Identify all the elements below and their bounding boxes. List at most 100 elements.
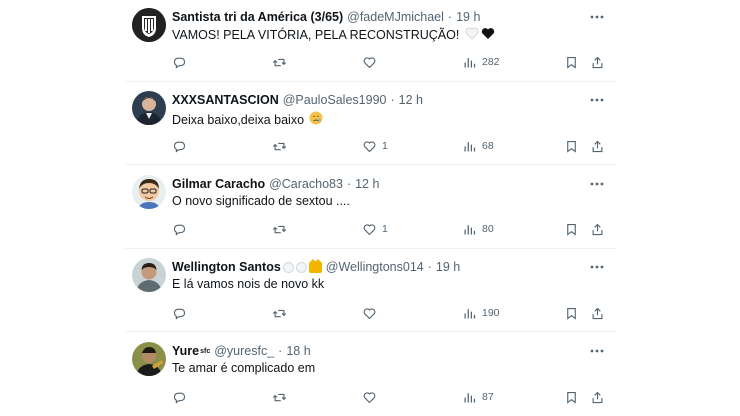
like-count: 1 bbox=[382, 140, 388, 152]
views-count: 68 bbox=[482, 140, 494, 152]
timestamp[interactable]: 18 h bbox=[286, 344, 310, 358]
user-handle[interactable]: @Caracho83 bbox=[269, 177, 343, 191]
timestamp[interactable]: 12 h bbox=[355, 177, 379, 191]
display-name[interactable]: Gilmar Caracho bbox=[172, 177, 265, 191]
views-chart-icon bbox=[464, 141, 476, 151]
bookmark-icon bbox=[567, 223, 576, 236]
more-options-button[interactable] bbox=[586, 9, 608, 25]
tweet-text-row: E lá vamos nois de novo kk bbox=[172, 277, 324, 291]
display-name[interactable]: Wellington Santos bbox=[172, 260, 281, 274]
retweet-button[interactable] bbox=[272, 387, 287, 407]
views-chart-icon bbox=[464, 224, 476, 234]
like-button[interactable]: 1 bbox=[362, 219, 388, 239]
tweet-actions: 1 68 bbox=[172, 136, 612, 156]
views-button[interactable]: 68 bbox=[462, 136, 494, 156]
white-circle-emoji-icon bbox=[295, 261, 307, 273]
tweet-text: E lá vamos nois de novo kk bbox=[172, 277, 325, 291]
views-button[interactable]: 87 bbox=[462, 387, 494, 407]
replies-feed: Santista tri da América (3/65) @fadeMJmi… bbox=[124, 0, 616, 416]
retweet-button[interactable] bbox=[272, 303, 287, 323]
tweet[interactable]: Gilmar Caracho @Caracho83 · 12 h O novo … bbox=[124, 165, 616, 249]
reply-icon bbox=[173, 392, 186, 404]
avatar[interactable] bbox=[132, 8, 166, 42]
share-button[interactable] bbox=[590, 52, 605, 72]
bookmark-icon bbox=[567, 391, 576, 404]
tweet-header: Gilmar Caracho @Caracho83 · 12 h bbox=[172, 175, 379, 193]
more-options-button[interactable] bbox=[586, 92, 608, 108]
views-count: 190 bbox=[482, 307, 500, 319]
share-button[interactable] bbox=[590, 136, 605, 156]
share-icon bbox=[592, 223, 603, 235]
separator-dot: · bbox=[278, 344, 283, 358]
separator-dot: · bbox=[427, 260, 432, 274]
like-button[interactable] bbox=[362, 303, 382, 323]
views-button[interactable]: 282 bbox=[462, 52, 500, 72]
ellipsis-icon bbox=[590, 349, 604, 353]
more-options-button[interactable] bbox=[586, 259, 608, 275]
retweet-button[interactable] bbox=[272, 136, 287, 156]
tweet[interactable]: Wellington Santos @Wellingtons014 · 19 h… bbox=[124, 249, 616, 332]
bookmark-icon bbox=[567, 307, 576, 320]
tweet-actions: 190 bbox=[172, 303, 612, 323]
tweet-actions: 282 bbox=[172, 52, 612, 72]
user-handle[interactable]: @Wellingtons014 bbox=[326, 260, 424, 274]
user-handle[interactable]: @PauloSales1990 bbox=[283, 93, 387, 107]
separator-dot: · bbox=[447, 10, 453, 24]
like-button[interactable]: 1 bbox=[362, 136, 388, 156]
tweet-actions: 1 80 bbox=[172, 219, 612, 239]
tweet[interactable]: Yure sfc @yuresfc_ · 18 h Te amar é comp… bbox=[124, 332, 616, 416]
reply-button[interactable] bbox=[172, 136, 187, 156]
share-icon bbox=[592, 391, 603, 403]
share-button[interactable] bbox=[590, 387, 605, 407]
retweet-button[interactable] bbox=[272, 219, 287, 239]
tweet-text-row: Deixa baixo,deixa baixo bbox=[172, 111, 323, 128]
reply-button[interactable] bbox=[172, 387, 187, 407]
timestamp[interactable]: 19 h bbox=[456, 10, 480, 24]
views-button[interactable]: 190 bbox=[462, 303, 500, 323]
white-heart-icon bbox=[465, 27, 479, 43]
tweet[interactable]: Santista tri da América (3/65) @fadeMJmi… bbox=[124, 0, 616, 82]
share-button[interactable] bbox=[590, 303, 605, 323]
like-button[interactable] bbox=[362, 387, 382, 407]
like-button[interactable] bbox=[362, 52, 382, 72]
user-handle[interactable]: @fadeMJmichael bbox=[347, 10, 444, 24]
display-name[interactable]: Santista tri da América (3/65) bbox=[172, 10, 343, 24]
bookmark-button[interactable] bbox=[564, 52, 579, 72]
user-handle[interactable]: @yuresfc_ bbox=[214, 344, 274, 358]
separator-dot: · bbox=[390, 93, 395, 107]
avatar[interactable] bbox=[132, 91, 166, 125]
tweet-actions: 87 bbox=[172, 387, 612, 407]
tweet-header: Yure sfc @yuresfc_ · 18 h bbox=[172, 342, 311, 360]
ellipsis-icon bbox=[590, 15, 604, 19]
timestamp[interactable]: 12 h bbox=[399, 93, 423, 107]
tweet-text-row: Te amar é complicado em bbox=[172, 361, 315, 375]
bookmark-button[interactable] bbox=[564, 136, 579, 156]
bookmark-button[interactable] bbox=[564, 219, 579, 239]
avatar[interactable] bbox=[132, 175, 166, 209]
views-button[interactable]: 80 bbox=[462, 219, 494, 239]
tweet-text-row: VAMOS! PELA VITÓRIA, PELA RECONSTRUÇÃO! bbox=[172, 27, 495, 43]
display-name[interactable]: Yure bbox=[172, 344, 199, 358]
more-options-button[interactable] bbox=[586, 176, 608, 192]
tweet-text-row: O novo significado de sextou .... bbox=[172, 194, 350, 208]
user-photo-icon bbox=[132, 342, 166, 376]
bookmark-button[interactable] bbox=[564, 387, 579, 407]
retweet-button[interactable] bbox=[272, 52, 287, 72]
avatar[interactable] bbox=[132, 258, 166, 292]
reply-button[interactable] bbox=[172, 303, 187, 323]
sad-face-emoji-icon bbox=[309, 111, 323, 128]
avatar[interactable] bbox=[132, 342, 166, 376]
reply-button[interactable] bbox=[172, 219, 187, 239]
tweet[interactable]: XXXSANTASCION @PauloSales1990 · 12 h Dei… bbox=[124, 82, 616, 165]
more-options-button[interactable] bbox=[586, 343, 608, 359]
share-button[interactable] bbox=[590, 219, 605, 239]
display-name[interactable]: XXXSANTASCION bbox=[172, 93, 279, 107]
tweet-text: VAMOS! PELA VITÓRIA, PELA RECONSTRUÇÃO! bbox=[172, 28, 460, 42]
retweet-icon bbox=[272, 225, 287, 233]
views-count: 80 bbox=[482, 223, 494, 235]
white-circle-emoji-icon bbox=[282, 261, 294, 273]
timestamp[interactable]: 19 h bbox=[436, 260, 460, 274]
retweet-icon bbox=[272, 142, 287, 150]
reply-button[interactable] bbox=[172, 52, 187, 72]
bookmark-button[interactable] bbox=[564, 303, 579, 323]
